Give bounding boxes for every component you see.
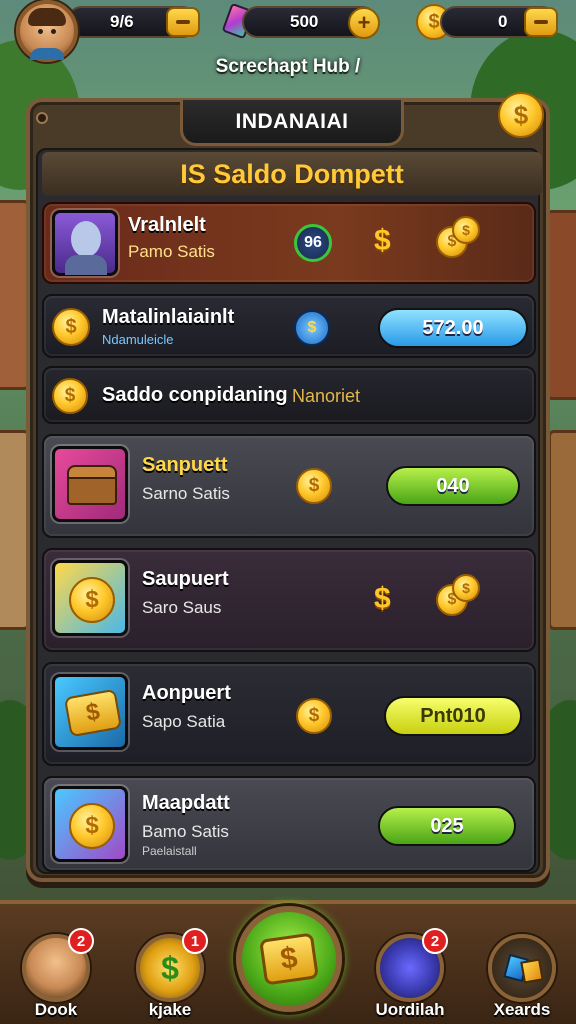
row-title: Sanpuett: [142, 454, 228, 476]
list-item[interactable]: $ Matalinlaiainlt Ndamuleicle $ 572.00: [42, 294, 536, 358]
row-title: Matalinlaiainlt: [102, 306, 235, 328]
main-action-button[interactable]: $: [236, 906, 342, 1012]
row-subtitle: Sapo Satia: [142, 712, 226, 731]
nav-item-kjake[interactable]: $ 1 kjake: [130, 928, 210, 1024]
panel-coin-icon[interactable]: $: [498, 92, 544, 138]
row-subtitle: Ndamuleicle: [102, 332, 174, 347]
coin-value: 0: [498, 12, 508, 31]
character-portrait: [52, 210, 118, 276]
list-item[interactable]: Sanpuett Sarno Satis $ 040: [42, 434, 536, 538]
energy-value: 9/6: [110, 12, 134, 31]
nav-item-dook[interactable]: 2 Dook: [16, 928, 96, 1024]
gem-add-button[interactable]: +: [348, 7, 380, 39]
list-item[interactable]: $ Aonpuert Sapo Satia $ Pnt010: [42, 662, 536, 766]
treasure-chest-icon: [52, 446, 128, 522]
row-note: Paelaistall: [142, 844, 197, 858]
coin-icon: $: [52, 308, 90, 346]
gold-ticket-icon: $: [259, 932, 319, 986]
list-item[interactable]: $ Saupuert Saro Saus $ $ $: [42, 548, 536, 652]
claim-button[interactable]: 025: [378, 806, 516, 846]
minus-icon: [176, 20, 190, 24]
claim-button[interactable]: Pnt010: [384, 696, 522, 736]
wallet-panel: INDANAIAI $ IS Saldo Dompett Vralnlelt P…: [26, 92, 550, 882]
row-subtitle: Sarno Satis: [142, 484, 230, 503]
coin-add-button[interactable]: [524, 7, 558, 37]
balance-value-button[interactable]: 572.00: [378, 308, 528, 348]
dollar-icon: $: [374, 224, 391, 257]
row-title: Saddo conpidaning: [102, 384, 288, 406]
gem-value: 500: [290, 12, 319, 31]
panel-heading: IS Saldo Dompett: [42, 152, 542, 196]
energy-add-button[interactable]: [166, 7, 200, 37]
hub-title: Screchapt Hub /: [215, 56, 361, 77]
nav-label: kjake: [148, 1000, 192, 1019]
plus-icon: +: [357, 10, 371, 35]
row-title: Maapdatt: [142, 792, 230, 814]
notification-badge: 2: [68, 928, 94, 954]
dollar-badge-icon: $: [294, 310, 330, 346]
minus-icon: [534, 20, 548, 24]
coin-pile-icon: $: [52, 560, 128, 636]
panel-tab: INDANAIAI: [180, 100, 404, 146]
list-item[interactable]: $ Saddo conpidaning Nanoriet: [42, 366, 536, 424]
list-item[interactable]: Vralnlelt Pamo Satis 96 $ $ $: [42, 202, 536, 284]
coin-icon: $: [296, 468, 332, 504]
player-avatar[interactable]: [16, 0, 78, 62]
gems-icon: [488, 934, 556, 1002]
nav-label: Uordilah: [375, 1000, 445, 1019]
top-bar: 9/6 500 + $ 0: [0, 0, 576, 62]
claim-button[interactable]: 040: [386, 466, 520, 506]
notification-badge: 2: [422, 928, 448, 954]
coin-icon: $: [296, 698, 332, 734]
dollar-icon: $: [374, 582, 391, 615]
nav-item-xeards[interactable]: Xeards: [482, 934, 562, 1024]
gold-ticket-icon: $: [52, 674, 128, 750]
row-extra: Nanoriet: [292, 386, 361, 406]
row-title: Vralnlelt: [128, 214, 206, 236]
nav-label: Xeards: [493, 1000, 551, 1019]
row-subtitle: Saro Saus: [142, 598, 222, 617]
list-item[interactable]: $ Maapdatt Bamo Satis Paelaistall 025: [42, 776, 536, 872]
level-badge: 96: [294, 224, 332, 262]
coin-pile-icon: $: [52, 786, 128, 862]
screw-icon: [36, 112, 48, 124]
coin-stack-icon: $: [452, 216, 480, 244]
coin-stack-icon: $: [452, 574, 480, 602]
row-title: Saupuert: [142, 568, 229, 590]
nav-item-uordilah[interactable]: 2 Uordilah: [370, 928, 450, 1024]
row-subtitle: Pamo Satis: [128, 242, 215, 261]
row-subtitle: Bamo Satis: [142, 822, 229, 841]
notification-badge: 1: [182, 928, 208, 954]
row-title: Aonpuert: [142, 682, 231, 704]
coin-icon: $: [52, 378, 88, 414]
nav-label: Dook: [34, 1000, 78, 1019]
